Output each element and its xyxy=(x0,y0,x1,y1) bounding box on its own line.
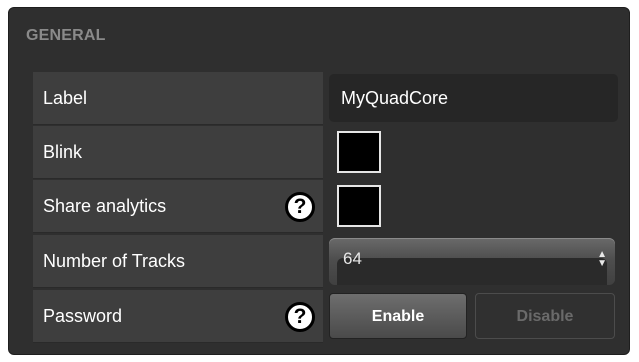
number-of-tracks-label: Number of Tracks xyxy=(43,251,186,271)
row-blink: Blink xyxy=(33,126,631,179)
blink-label: Blink xyxy=(43,142,83,162)
share-analytics-checkbox[interactable] xyxy=(337,185,381,227)
disable-button[interactable]: Disable xyxy=(475,293,615,339)
select-value: 64 xyxy=(343,249,362,268)
blink-checkbox[interactable] xyxy=(337,131,381,173)
row-number-of-tracks: Number of Tracks 64 ▲ ▼ xyxy=(33,235,631,288)
updown-arrows-icon: ▲ ▼ xyxy=(597,249,607,269)
row-share-analytics-cell: Share analytics ? xyxy=(33,180,323,233)
help-icon[interactable]: ? xyxy=(285,192,315,222)
label-field-label: Label xyxy=(43,88,88,108)
row-password-cell: Password ? xyxy=(33,290,323,343)
select-inner xyxy=(337,258,607,285)
row-blink-cell: Blink xyxy=(33,126,323,179)
row-label: Label MyQuadCore xyxy=(33,72,631,125)
number-of-tracks-select[interactable]: 64 ▲ ▼ xyxy=(329,238,615,285)
help-icon[interactable]: ? xyxy=(285,302,315,332)
row-password: Password ? Enable Disable xyxy=(33,290,631,343)
label-input[interactable]: MyQuadCore xyxy=(329,74,618,122)
share-analytics-label: Share analytics xyxy=(43,196,167,216)
row-share-analytics: Share analytics ? xyxy=(33,180,631,233)
row-number-of-tracks-cell: Number of Tracks xyxy=(33,235,323,288)
enable-button[interactable]: Enable xyxy=(329,293,467,339)
password-label: Password xyxy=(43,306,123,326)
section-title: GENERAL xyxy=(26,27,106,44)
row-label-cell: Label xyxy=(33,72,323,125)
